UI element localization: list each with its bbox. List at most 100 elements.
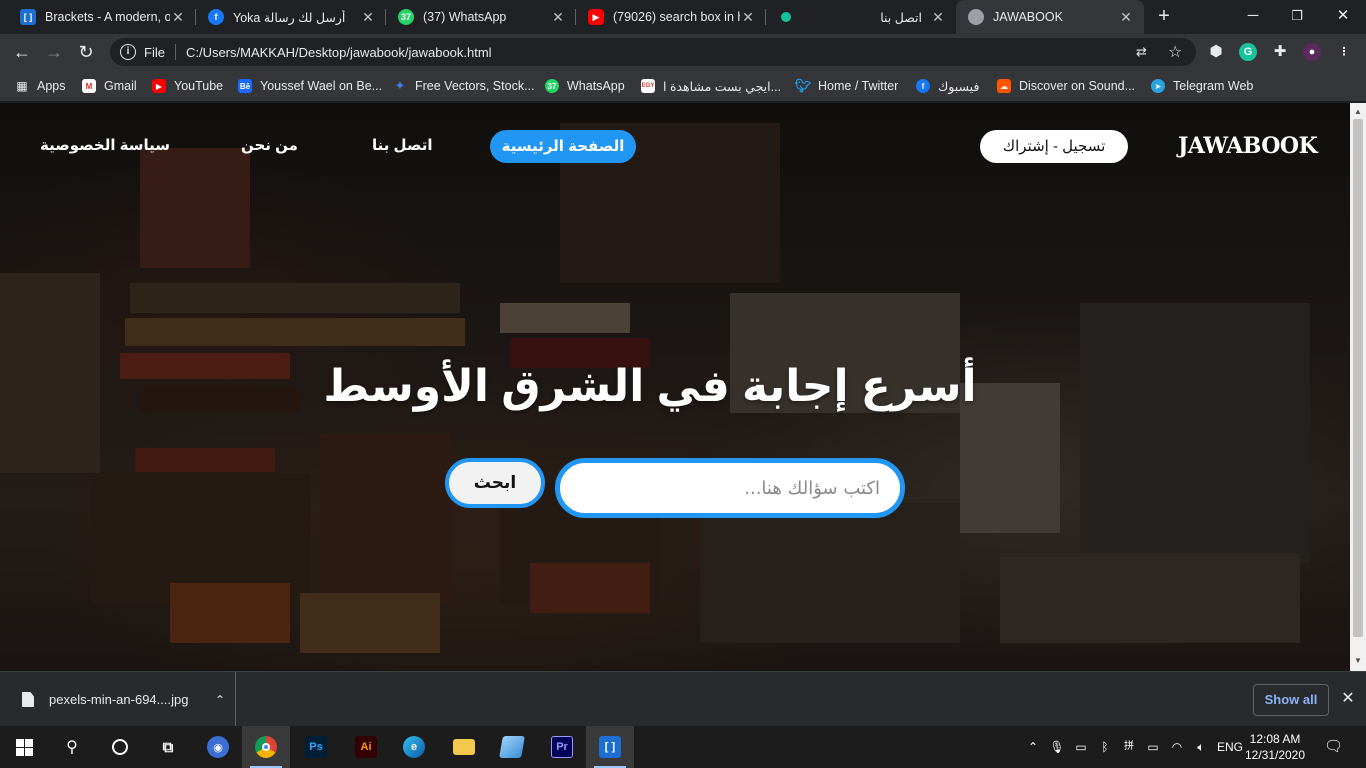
download-file-name: pexels-min-an-694....jpg [49, 692, 189, 707]
tab-youtube[interactable]: ▶ (79026) search box in ht ✕ [576, 0, 766, 34]
bookmark-label: Telegram Web [1173, 79, 1254, 93]
signup-button[interactable]: تسجيل - إشتراك [980, 130, 1128, 163]
download-shelf: pexels-min-an-694....jpg ⌃ Show all ✕ [0, 671, 1366, 727]
taskbar-chrome[interactable] [242, 726, 290, 768]
menu-kebab-icon[interactable]: ⋮ [1335, 43, 1353, 61]
tab-contact[interactable]: اتصل بنا ✕ [766, 0, 956, 34]
cortana-button[interactable] [96, 726, 144, 768]
battery-icon[interactable]: ▭ [1145, 739, 1161, 755]
taskbar-premiere[interactable]: Pr [538, 726, 586, 768]
notification-icon[interactable]: 🗨︎ [1324, 739, 1343, 755]
chevron-up-icon[interactable]: ⌃ [1025, 739, 1041, 755]
bookmark-apps[interactable]: ▦ Apps [15, 77, 65, 95]
chevron-up-icon[interactable]: ⌃ [205, 693, 235, 707]
tab-brackets[interactable]: [ ] Brackets - A modern, op ✕ [8, 0, 196, 34]
scroll-thumb[interactable] [1353, 119, 1363, 637]
cortana-icon [112, 739, 128, 755]
url-text[interactable]: C:/Users/MAKKAH/Desktop/jawabook/jawaboo… [186, 45, 492, 60]
file-explorer-icon [453, 739, 475, 755]
nav-home[interactable]: الصفحة الرئيسية [490, 130, 636, 163]
taskbar-search-button[interactable]: ⚲ [48, 726, 96, 768]
bookmark-label: Discover on Sound... [1019, 79, 1136, 93]
forward-button[interactable]: → [40, 38, 68, 66]
bookmark-gmail[interactable]: M Gmail [82, 77, 137, 95]
info-icon[interactable]: i [120, 44, 136, 60]
tab-facebook[interactable]: f Yoka أرسل لك رسالة ✕ [196, 0, 386, 34]
profile-avatar[interactable]: ● [1303, 43, 1321, 61]
reload-button[interactable]: ↻ [72, 38, 100, 66]
tab-close-icon[interactable]: ✕ [740, 9, 756, 26]
bookmark-star-icon[interactable]: ☆ [1168, 42, 1182, 62]
grammarly-icon[interactable]: G [1239, 43, 1257, 61]
start-button[interactable] [0, 726, 48, 768]
apps-grid-icon: ▦ [16, 79, 28, 93]
taskbar-app[interactable] [488, 726, 536, 768]
scroll-down-icon[interactable]: ▼ [1353, 656, 1363, 665]
bookmark-label: Gmail [104, 79, 137, 93]
taskbar-file-explorer[interactable] [440, 726, 488, 768]
back-button[interactable]: ← [8, 38, 36, 66]
bookmark-soundcloud[interactable]: ☁ Discover on Sound... [997, 77, 1135, 95]
close-window-button[interactable]: ✕ [1330, 4, 1356, 28]
bookmark-twitter[interactable]: 🐦︎ Home / Twitter [795, 77, 899, 95]
extension-cube-icon[interactable]: ⬢ [1207, 43, 1225, 61]
tab-title: JAWABOOK [993, 10, 1063, 24]
translate-icon[interactable]: ⇄ [1136, 44, 1147, 60]
bookmark-whatsapp[interactable]: 37 WhatsApp [545, 77, 625, 95]
clock[interactable]: 12:08 AM 12/31/2020 [1240, 731, 1310, 763]
bookmark-behance[interactable]: Bē Youssef Wael on Be... [238, 77, 382, 95]
bookmark-facebook[interactable]: f فيسبوك [916, 77, 979, 95]
task-view-button[interactable]: ⧉ [144, 726, 192, 768]
bookmark-label: Youssef Wael on Be... [260, 79, 383, 93]
bookmark-telegram[interactable]: ➤ Telegram Web [1151, 77, 1253, 95]
tab-close-icon[interactable]: ✕ [170, 9, 186, 26]
maximize-button[interactable]: ❐ [1284, 4, 1310, 28]
freepik-icon: ✦ [394, 78, 406, 93]
tab-jawabook[interactable]: JAWABOOK ✕ [956, 0, 1144, 34]
nav-privacy[interactable]: سياسة الخصوصية [40, 136, 170, 154]
extensions-puzzle-icon[interactable]: ✚ [1271, 43, 1289, 61]
soundcloud-icon: ☁ [997, 79, 1011, 93]
scroll-up-icon[interactable]: ▲ [1353, 107, 1363, 116]
bookmark-label: YouTube [174, 79, 224, 93]
taskbar-edge[interactable]: e [390, 726, 438, 768]
whatsapp-icon: 37 [545, 79, 559, 93]
show-all-button[interactable]: Show all [1253, 684, 1329, 716]
tab-whatsapp[interactable]: 37 (37) WhatsApp ✕ [386, 0, 576, 34]
new-tab-button[interactable]: + [1153, 6, 1175, 28]
bluetooth-icon[interactable]: ᛒ [1097, 739, 1113, 755]
youtube-icon: ▶ [588, 9, 604, 25]
tab-close-icon[interactable]: ✕ [930, 9, 946, 26]
wifi-icon[interactable]: ◠ [1169, 739, 1185, 755]
site-logo[interactable]: JAWABOOK [1178, 133, 1318, 159]
input-method-icon[interactable]: 拼 [1121, 739, 1137, 755]
microphone-icon[interactable]: 🎙︎ [1049, 739, 1065, 755]
tab-close-icon[interactable]: ✕ [1118, 9, 1134, 26]
search-input[interactable] [555, 458, 905, 518]
page-scrollbar[interactable]: ▲ ▼ [1350, 103, 1366, 671]
search-button[interactable]: ابحث [445, 458, 545, 508]
minimize-button[interactable]: ─ [1240, 4, 1266, 28]
taskbar-illustrator[interactable]: Ai [342, 726, 390, 768]
bookmark-freepik[interactable]: ✦ Free Vectors, Stock... [393, 77, 535, 95]
brackets-icon: [ ] [599, 736, 621, 758]
close-icon[interactable]: ✕ [1338, 689, 1358, 709]
download-item[interactable]: pexels-min-an-694....jpg ⌃ [0, 672, 236, 727]
monitor-icon[interactable]: ▭ [1073, 739, 1089, 755]
app-icon [499, 736, 525, 758]
taskbar-photoshop[interactable]: Ps [292, 726, 340, 768]
bookmark-egybest[interactable]: EGY ايجي بست مشاهدة ا... [641, 77, 781, 95]
nav-about[interactable]: من نحن [241, 136, 298, 154]
nav-contact[interactable]: اتصل بنا [372, 136, 433, 154]
bookmark-youtube[interactable]: ▶ YouTube [152, 77, 223, 95]
address-bar[interactable]: i File C:/Users/MAKKAH/Desktop/jawabook/… [110, 38, 1196, 66]
volume-icon[interactable]: 🔈︎ [1193, 739, 1209, 755]
chrome-icon [255, 736, 277, 758]
tab-title: (37) WhatsApp [423, 10, 507, 24]
taskbar-app[interactable]: ◉ [194, 726, 242, 768]
youtube-icon: ▶ [152, 79, 166, 93]
tab-close-icon[interactable]: ✕ [550, 9, 566, 26]
taskbar-brackets[interactable]: [ ] [586, 726, 634, 768]
task-view-icon: ⧉ [162, 738, 174, 756]
tab-close-icon[interactable]: ✕ [360, 9, 376, 26]
